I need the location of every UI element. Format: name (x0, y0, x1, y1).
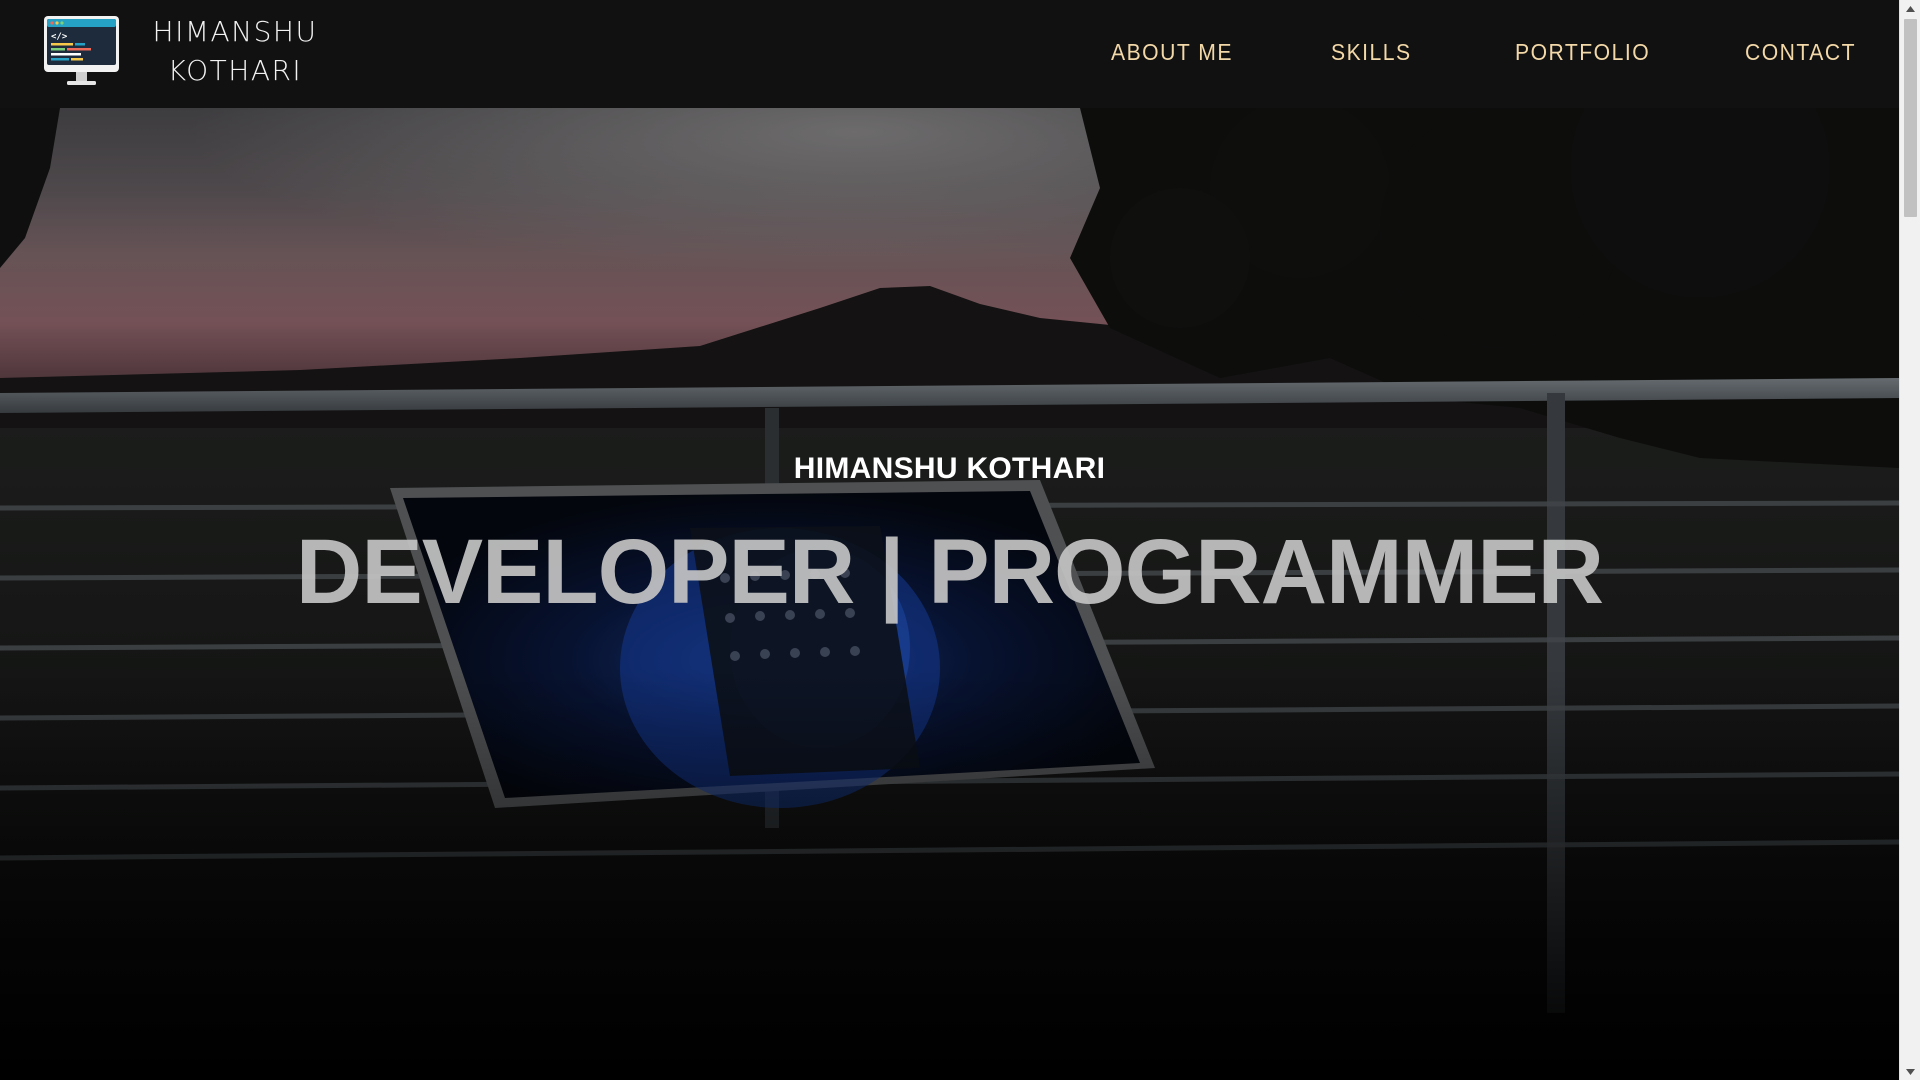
scroll-up-arrow-icon[interactable] (1900, 0, 1920, 17)
page: </> HIMANSHU KOTHARI ABOUT ME SKILLS POR… (0, 0, 1920, 1080)
nav-about-me[interactable]: ABOUT ME (1111, 39, 1233, 66)
nav-contact[interactable]: CONTACT (1745, 39, 1856, 66)
hero-section: HIMANSHU KOTHARI DEVELOPER | PROGRAMMER (0, 108, 1899, 1080)
navbar: </> HIMANSHU KOTHARI ABOUT ME SKILLS POR… (0, 0, 1899, 108)
hero-name: HIMANSHU KOTHARI (793, 452, 1106, 485)
scrollbar-thumb[interactable] (1904, 19, 1917, 217)
hero-title: DEVELOPER | PROGRAMMER (295, 521, 1604, 623)
nav-portfolio[interactable]: PORTFOLIO (1515, 39, 1650, 66)
vertical-scrollbar[interactable] (1899, 0, 1920, 1080)
scroll-down-arrow-icon[interactable] (1900, 1063, 1920, 1080)
nav-menu: ABOUT ME SKILLS PORTFOLIO CONTACT (0, 0, 1899, 108)
nav-skills[interactable]: SKILLS (1331, 39, 1412, 66)
